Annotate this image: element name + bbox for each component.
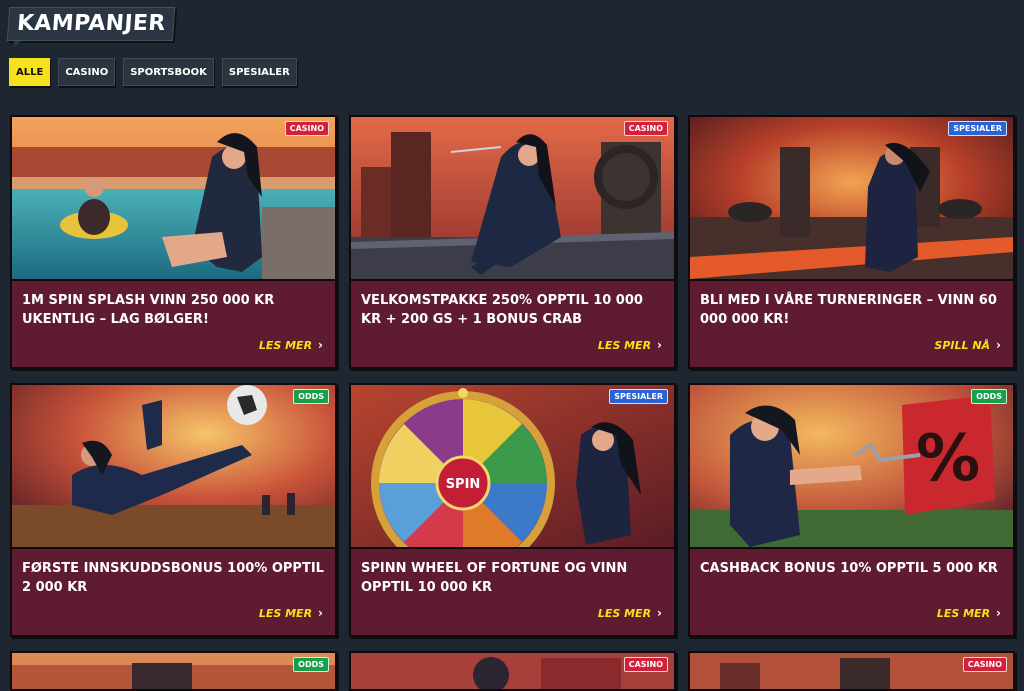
promo-card[interactable]: % ODDS CASHBACK BONUS 10% OPPTIL 5 000 K…: [688, 383, 1015, 637]
chevron-right-icon: ›: [996, 606, 1001, 620]
cta-label: LES MER: [597, 606, 652, 620]
category-badge: SPESIALER: [609, 389, 668, 404]
promo-title: BLI MED I VÅRE TURNERINGER – VINN 60 000…: [700, 293, 997, 327]
read-more-link[interactable]: LES MER ›: [937, 606, 1001, 620]
pool-character-image: [12, 117, 335, 279]
category-badge: CASINO: [962, 657, 1007, 672]
title-tail-decoration: [14, 41, 21, 47]
cashback-percent-image: %: [690, 385, 1013, 547]
cta-label: LES MER: [597, 338, 652, 352]
fire-arena-image: [690, 117, 1013, 279]
promo-image: CASINO: [12, 117, 335, 281]
promo-card[interactable]: SPESIALER BLI MED I VÅRE TURNERINGER – V…: [688, 115, 1015, 369]
filter-spesialer-button[interactable]: SPESIALER: [221, 58, 297, 86]
category-badge: ODDS: [293, 389, 329, 404]
chevron-right-icon: ›: [318, 338, 323, 352]
promo-title: FØRSTE INNSKUDDSBONUS 100% OPPTIL 2 000 …: [22, 561, 324, 595]
category-badge: ODDS: [971, 389, 1007, 404]
spin-wheel-image: SPIN: [351, 385, 674, 547]
filter-sportsbook-button[interactable]: SPORTSBOOK: [123, 58, 214, 86]
filter-tabs: ALLE CASINO SPORTSBOOK SPESIALER: [9, 58, 297, 86]
chevron-right-icon: ›: [657, 338, 662, 352]
read-more-link[interactable]: LES MER ›: [598, 338, 662, 352]
category-badge: SPESIALER: [948, 121, 1007, 136]
promo-title: CASHBACK BONUS 10% OPPTIL 5 000 KR: [700, 561, 998, 576]
promo-card[interactable]: CASINO: [688, 651, 1015, 691]
read-more-link[interactable]: LES MER ›: [598, 606, 662, 620]
rooftop-ninja-image: [351, 117, 674, 279]
page-title: KAMPANJER: [6, 7, 176, 41]
promo-image: % ODDS: [690, 385, 1013, 549]
play-now-link[interactable]: SPILL NÅ ›: [934, 338, 1001, 352]
promo-image: CASINO: [690, 653, 1013, 689]
promo-image: CASINO: [351, 117, 674, 281]
promo-image: ODDS: [12, 385, 335, 549]
chevron-right-icon: ›: [657, 606, 662, 620]
promo-image: CASINO: [351, 653, 674, 689]
category-badge: CASINO: [284, 121, 329, 136]
promo-image: SPIN SPESIALER: [351, 385, 674, 549]
cta-label: LES MER: [258, 606, 313, 620]
filter-casino-button[interactable]: CASINO: [58, 58, 116, 86]
cta-label: LES MER: [258, 338, 313, 352]
chevron-right-icon: ›: [996, 338, 1001, 352]
promo-card[interactable]: CASINO 1M SPIN SPLASH VINN 250 000 KR UK…: [10, 115, 337, 369]
filter-all-button[interactable]: ALLE: [9, 58, 51, 86]
read-more-link[interactable]: LES MER ›: [259, 338, 323, 352]
category-badge: ODDS: [293, 657, 329, 672]
promo-title: 1M SPIN SPLASH VINN 250 000 KR UKENTLIG …: [22, 293, 275, 327]
chevron-right-icon: ›: [318, 606, 323, 620]
read-more-link[interactable]: LES MER ›: [259, 606, 323, 620]
promo-card[interactable]: ODDS: [10, 651, 337, 691]
promo-card[interactable]: CASINO: [349, 651, 676, 691]
partial-image: [12, 653, 335, 689]
promo-card[interactable]: ODDS FØRSTE INNSKUDDSBONUS 100% OPPTIL 2…: [10, 383, 337, 637]
promo-title: SPINN WHEEL OF FORTUNE OG VINN OPPTIL 10…: [361, 561, 628, 595]
promo-image: ODDS: [12, 653, 335, 689]
percent-sign-text: %: [916, 422, 980, 496]
promotions-grid: CASINO 1M SPIN SPLASH VINN 250 000 KR UK…: [10, 115, 1015, 691]
football-kick-image: [12, 385, 335, 547]
cta-label: LES MER: [936, 606, 991, 620]
category-badge: CASINO: [623, 121, 668, 136]
cta-label: SPILL NÅ: [934, 338, 991, 352]
promo-image: SPESIALER: [690, 117, 1013, 281]
category-badge: CASINO: [623, 657, 668, 672]
wheel-spin-label: SPIN: [446, 477, 481, 492]
promo-title: VELKOMSTPAKKE 250% OPPTIL 10 000 KR + 20…: [361, 293, 643, 327]
promo-card[interactable]: CASINO VELKOMSTPAKKE 250% OPPTIL 10 000 …: [349, 115, 676, 369]
promo-card[interactable]: SPIN SPESIALER SPINN WHEEL OF FORTUNE OG…: [349, 383, 676, 637]
